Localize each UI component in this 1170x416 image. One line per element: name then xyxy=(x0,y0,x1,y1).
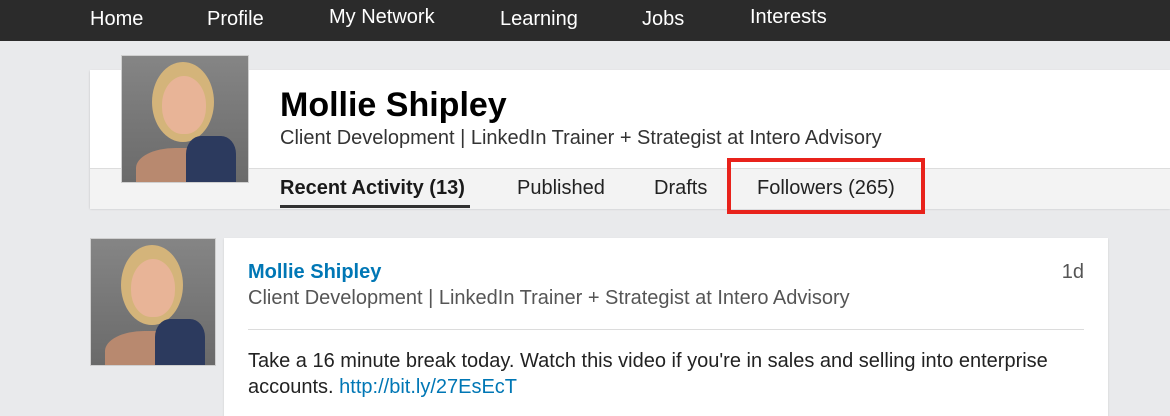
post-author-headline: Client Development | LinkedIn Trainer + … xyxy=(248,287,850,309)
activity-post-card: Mollie Shipley 1d Client Development | L… xyxy=(224,238,1108,416)
profile-headline: Client Development | LinkedIn Trainer + … xyxy=(280,127,882,149)
top-navigation-bar: Home Profile My Network Learning Jobs In… xyxy=(0,0,1170,41)
nav-my-network[interactable]: My Network xyxy=(329,6,435,29)
post-author-link[interactable]: Mollie Shipley xyxy=(248,261,381,284)
post-author-photo-icon[interactable] xyxy=(90,238,216,366)
tab-recent-activity[interactable]: Recent Activity (13) xyxy=(280,177,465,200)
tab-drafts[interactable]: Drafts xyxy=(654,177,707,200)
nav-interests[interactable]: Interests xyxy=(750,6,827,29)
followers-highlight-box xyxy=(727,158,925,214)
post-link[interactable]: http://bit.ly/27EsEcT xyxy=(339,376,517,398)
nav-jobs[interactable]: Jobs xyxy=(642,8,684,31)
post-divider xyxy=(248,329,1084,330)
nav-learning[interactable]: Learning xyxy=(500,8,578,31)
nav-home[interactable]: Home xyxy=(90,8,143,31)
post-timestamp: 1d xyxy=(1061,261,1084,283)
nav-profile[interactable]: Profile xyxy=(207,8,264,31)
profile-name: Mollie Shipley xyxy=(280,86,507,124)
tab-published[interactable]: Published xyxy=(517,177,605,200)
active-tab-underline xyxy=(280,205,470,208)
profile-header-card: Mollie Shipley Client Development | Link… xyxy=(90,70,1170,209)
activity-tab-bar: Recent Activity (13) Published Drafts Fo… xyxy=(90,168,1170,209)
profile-photo-icon[interactable] xyxy=(121,55,249,183)
post-body: Take a 16 minute break today. Watch this… xyxy=(248,348,1088,400)
